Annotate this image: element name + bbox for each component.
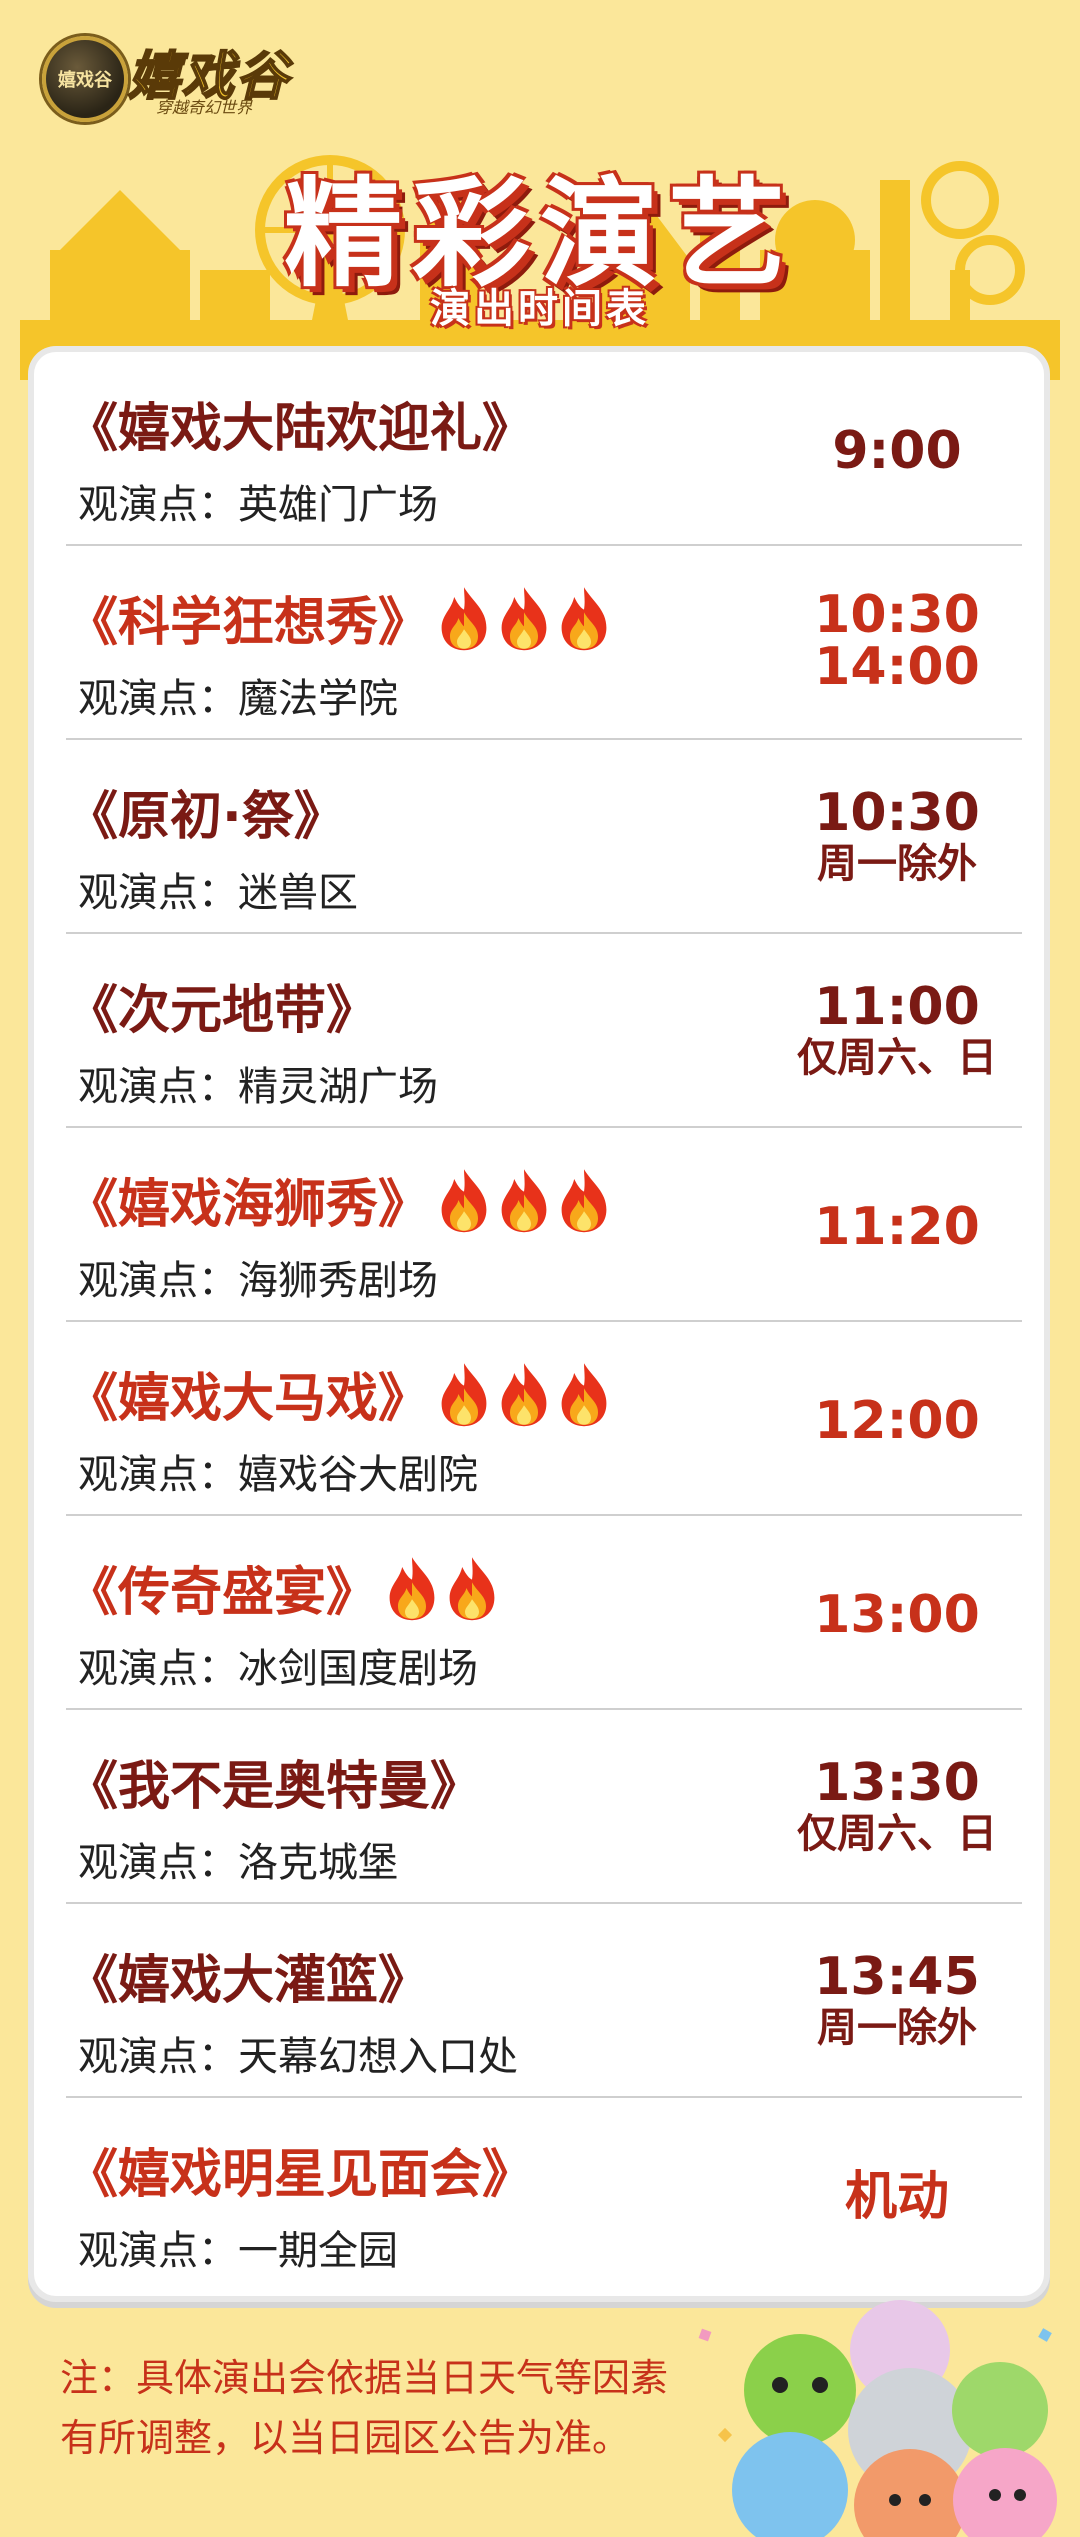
- show-time: 机动: [844, 2167, 949, 2227]
- mascots-illustration: [698, 2300, 1057, 2537]
- show-name: 《原初·祭》: [66, 787, 346, 847]
- flame-icon: [561, 586, 607, 650]
- show-venue: 观演点：精灵湖广场: [78, 1064, 438, 1110]
- show-name: 《嬉戏大陆欢迎礼》: [66, 399, 535, 459]
- show-day-note: 周一除外: [817, 2005, 977, 2051]
- show-venue: 观演点：冰剑国度剧场: [78, 1646, 478, 1692]
- show-time: 9:00: [832, 421, 962, 481]
- popularity-flames: [436, 1166, 616, 1234]
- logo-badge: 嬉戏谷: [42, 36, 128, 122]
- show-time: 14:00: [814, 637, 980, 697]
- show-time: 12:00: [814, 1391, 980, 1451]
- park-logo: 嬉戏谷 嬉戏谷 穿越奇幻世界: [36, 28, 336, 122]
- flame-icon: [501, 1362, 547, 1426]
- show-name: 《嬉戏海狮秀》: [66, 1162, 616, 1237]
- flame-icon: [441, 1362, 487, 1426]
- show-time: 11:20: [814, 1197, 980, 1257]
- show-name: 《次元地带》: [66, 981, 379, 1041]
- schedule-card: 《嬉戏大陆欢迎礼》 观演点：英雄门广场 9:00 《科学狂想秀》 观演点：魔法学…: [34, 352, 1044, 2296]
- show-day-note: 仅周六、日: [797, 1811, 997, 1857]
- page-subtitle: 演出时间表: [430, 286, 650, 332]
- show-name: 《嬉戏大灌篮》: [66, 1951, 431, 2011]
- show-venue: 观演点：迷兽区: [78, 870, 358, 916]
- popularity-flames: [384, 1554, 504, 1622]
- flame-icon: [441, 586, 487, 650]
- show-venue: 观演点：天幕幻想入口处: [78, 2034, 518, 2080]
- show-day-note: 仅周六、日: [797, 1035, 997, 1081]
- show-row: 《嬉戏海狮秀》 观演点：海狮秀剧场 11:20: [66, 1128, 1022, 1322]
- show-row: 《嬉戏大陆欢迎礼》 观演点：英雄门广场 9:00: [66, 352, 1022, 546]
- show-venue: 观演点：魔法学院: [78, 676, 398, 722]
- show-time: 13:30: [814, 1753, 980, 1813]
- flame-icon: [441, 1168, 487, 1232]
- show-row: 《嬉戏大灌篮》 观演点：天幕幻想入口处 13:45 周一除外: [66, 1904, 1022, 2098]
- show-row: 《嬉戏大马戏》 观演点：嬉戏谷大剧院 12:00: [66, 1322, 1022, 1516]
- popularity-flames: [436, 584, 616, 652]
- show-time: 13:00: [814, 1585, 980, 1645]
- show-venue: 观演点：英雄门广场: [78, 482, 438, 528]
- show-venue: 观演点：洛克城堡: [78, 1840, 398, 1886]
- show-row: 《嬉戏明星见面会》 观演点：一期全园 机动: [66, 2098, 1022, 2292]
- flame-icon: [389, 1556, 435, 1620]
- show-venue: 观演点：一期全园: [78, 2228, 398, 2274]
- show-time: 11:00: [814, 977, 980, 1037]
- show-venue: 观演点：海狮秀剧场: [78, 1258, 438, 1304]
- footnote-line-1: 注：具体演出会依据当日天气等因素: [60, 2356, 669, 2400]
- show-day-note: 周一除外: [817, 841, 977, 887]
- show-row: 《传奇盛宴》 观演点：冰剑国度剧场 13:00: [66, 1516, 1022, 1710]
- show-row: 《原初·祭》 观演点：迷兽区 10:30 周一除外: [66, 740, 1022, 934]
- flame-icon: [449, 1556, 495, 1620]
- popularity-flames: [436, 1360, 616, 1428]
- show-row: 《科学狂想秀》 观演点：魔法学院 10:30 14:00: [66, 546, 1022, 740]
- show-time: 13:45: [814, 1947, 980, 2007]
- logo-badge-text: 嬉戏谷: [58, 70, 112, 91]
- footnote-line-2: 有所调整，以当日园区公告为准。: [60, 2416, 631, 2460]
- show-name: 《嬉戏明星见面会》: [66, 2145, 535, 2205]
- footnote: 注：具体演出会依据当日天气等因素 有所调整，以当日园区公告为准。: [60, 2348, 760, 2468]
- show-time: 10:30: [814, 585, 980, 645]
- logo-slogan: 穿越奇幻世界: [156, 98, 253, 117]
- flame-icon: [501, 1168, 547, 1232]
- show-name: 《我不是奥特曼》: [66, 1757, 483, 1817]
- show-venue: 观演点：嬉戏谷大剧院: [78, 1452, 478, 1498]
- show-time: 10:30: [814, 783, 980, 843]
- show-name: 《传奇盛宴》: [66, 1550, 504, 1625]
- flame-icon: [561, 1168, 607, 1232]
- show-name: 《科学狂想秀》: [66, 580, 616, 655]
- flame-icon: [501, 586, 547, 650]
- show-row: 《我不是奥特曼》 观演点：洛克城堡 13:30 仅周六、日: [66, 1710, 1022, 1904]
- show-row: 《次元地带》 观演点：精灵湖广场 11:00 仅周六、日: [66, 934, 1022, 1128]
- show-name: 《嬉戏大马戏》: [66, 1356, 616, 1431]
- flame-icon: [561, 1362, 607, 1426]
